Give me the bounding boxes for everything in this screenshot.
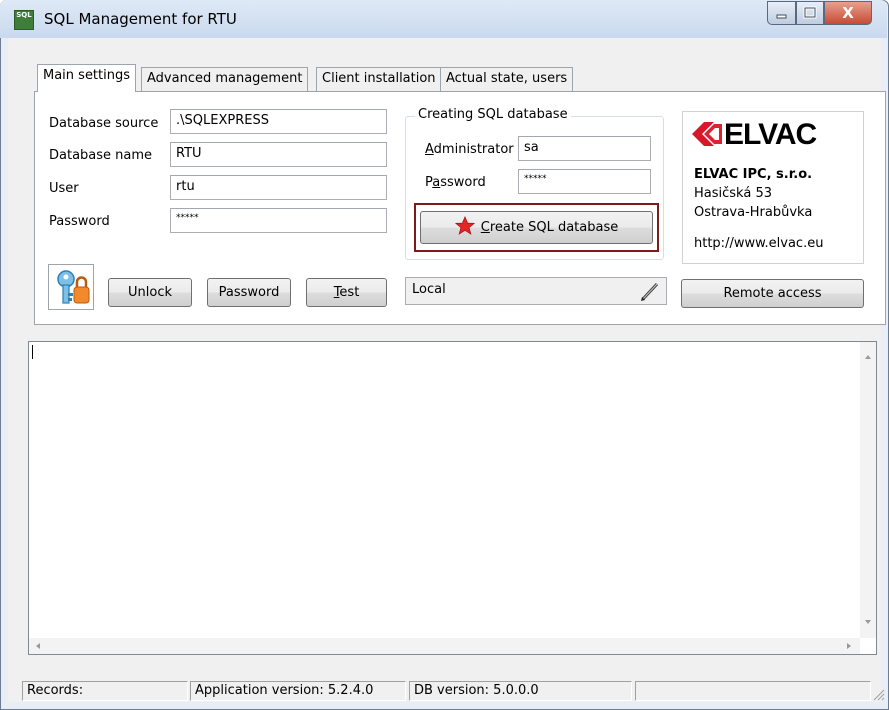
company-url[interactable]: http://www.elvac.eu xyxy=(694,236,823,251)
lock-status-button[interactable] xyxy=(48,264,94,310)
app-icon[interactable]: SQL xyxy=(14,10,34,30)
star-icon xyxy=(454,215,475,235)
tab-advanced-management[interactable]: Advanced management xyxy=(141,67,309,91)
company-name: ELVAC IPC, s.r.o. xyxy=(694,167,813,182)
database-source-input[interactable]: .\SQLEXPRESS xyxy=(170,109,387,134)
scroll-arrows-horizontal-icon xyxy=(36,643,851,649)
elvac-logo: ELVAC xyxy=(690,118,817,152)
key-icon xyxy=(57,270,90,304)
minimize-button[interactable] xyxy=(767,1,796,25)
password-input[interactable]: ***** xyxy=(170,208,387,233)
administrator-label: Administrator xyxy=(425,142,514,157)
window-title: SQL Management for RTU xyxy=(44,10,237,28)
vertical-scrollbar[interactable] xyxy=(860,342,876,638)
test-button-label: est xyxy=(339,285,360,300)
create-sql-database-button[interactable]: Create SQL database xyxy=(420,211,653,244)
administrator-input[interactable]: sa xyxy=(518,136,651,161)
database-name-label: Database name xyxy=(49,148,153,163)
create-button-accel: C xyxy=(480,220,490,235)
company-street: Hasičská 53 xyxy=(694,186,772,201)
unlock-button[interactable]: Unlock xyxy=(108,278,192,307)
test-button[interactable]: Test xyxy=(306,278,387,307)
administrator-label-text: dministrator xyxy=(433,142,514,157)
remote-access-button[interactable]: Remote access xyxy=(681,279,864,308)
tab-main-settings[interactable]: Main settings xyxy=(37,64,137,92)
log-textarea[interactable] xyxy=(28,341,877,655)
tab-actual-state-users[interactable]: Actual state, users xyxy=(440,67,574,91)
company-city: Ostrava-Hrabůvka xyxy=(694,205,813,220)
resize-grip-icon[interactable] xyxy=(872,688,885,705)
local-field-value: Local xyxy=(412,282,446,297)
horizontal-scrollbar[interactable] xyxy=(29,638,860,654)
admin-password-label: Password xyxy=(425,175,486,190)
create-sql-group-title: Creating SQL database xyxy=(415,107,571,122)
pencil-icon[interactable] xyxy=(639,280,661,306)
tab-client-installation[interactable]: Client installation xyxy=(316,67,442,91)
maximize-button[interactable] xyxy=(796,1,824,25)
close-button[interactable]: X xyxy=(824,1,872,25)
password-label: Password xyxy=(49,214,110,229)
database-source-label: Database source xyxy=(49,116,159,131)
create-button-label: reate SQL database xyxy=(489,220,619,235)
text-caret xyxy=(32,345,33,359)
status-records: Records: xyxy=(22,681,188,701)
status-db-version: DB version: 5.0.0.0 xyxy=(409,681,632,701)
local-field[interactable]: Local xyxy=(405,277,667,305)
status-empty-panel xyxy=(635,681,871,701)
maximize-icon xyxy=(803,6,817,19)
elvac-logo-text: ELVAC xyxy=(724,118,817,151)
database-name-input[interactable]: RTU xyxy=(170,142,387,167)
password-button[interactable]: Password xyxy=(207,278,291,307)
scroll-arrows-vertical-icon xyxy=(865,355,871,624)
user-input[interactable]: rtu xyxy=(170,175,387,200)
app-icon-text: SQL xyxy=(16,11,32,19)
minimize-icon xyxy=(776,14,787,19)
admin-password-input[interactable]: ***** xyxy=(518,169,651,194)
administrator-label-accel: A xyxy=(425,142,434,157)
elvac-logo-mark xyxy=(692,122,722,146)
user-label: User xyxy=(49,181,79,196)
admin-password-label-text: ssword xyxy=(440,175,486,190)
close-icon: X xyxy=(842,4,854,22)
status-app-version: Application version: 5.2.4.0 xyxy=(190,681,406,701)
